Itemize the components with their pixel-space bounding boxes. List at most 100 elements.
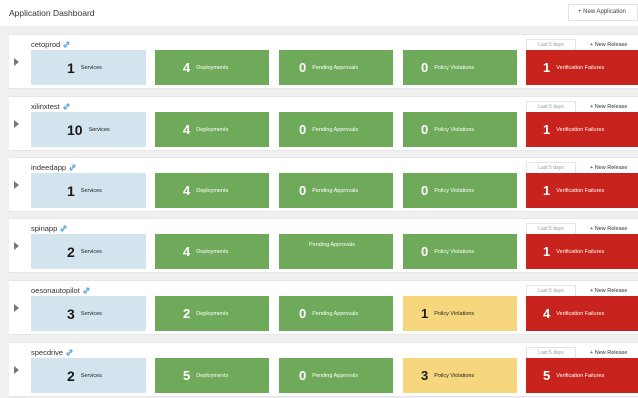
policy-violations-label: Policy Violations — [434, 248, 475, 255]
deployments-count: 4 — [183, 60, 191, 75]
verification-failures-label: Verification Failures — [556, 187, 605, 194]
application-row: cetoprod Last 5 days + New Release 1 Service… — [9, 34, 638, 89]
new-application-button[interactable]: + New Application — [568, 4, 638, 21]
deployments-label: Deployments — [196, 187, 229, 194]
services-count: 3 — [67, 305, 75, 322]
policy-violations-label: Policy Violations — [434, 64, 475, 71]
verification-failures-count: 4 — [543, 306, 551, 321]
link-icon[interactable] — [83, 287, 90, 294]
deployments-tile[interactable]: 4 Deployments — [155, 234, 269, 269]
application-name[interactable]: spinapp — [31, 224, 67, 233]
services-tile[interactable]: 2 Services — [31, 234, 146, 269]
services-tile[interactable]: 10 Services — [31, 112, 146, 147]
application-row: specdrive Last 5 days + New Release 2 Servic… — [9, 342, 638, 397]
verification-failures-tile[interactable]: 5 Verification Failures — [526, 358, 638, 393]
expand-row-toggle[interactable] — [9, 97, 27, 150]
policy-violations-count: 0 — [421, 122, 429, 137]
link-icon[interactable] — [69, 164, 76, 171]
link-icon[interactable] — [66, 349, 73, 356]
application-name-text: indeedapp — [31, 163, 67, 172]
application-name[interactable]: cetoprod — [31, 40, 70, 49]
link-icon[interactable] — [60, 225, 67, 232]
verification-failures-count: 5 — [543, 368, 551, 383]
services-label: Services — [80, 372, 102, 379]
deployments-count: 2 — [183, 306, 191, 321]
chevron-right-icon — [14, 181, 19, 189]
deployments-label: Deployments — [196, 372, 229, 379]
application-name-text: oesonautopilot — [31, 286, 80, 295]
policy-violations-tile[interactable]: 0 Policy Violations — [403, 112, 517, 147]
policy-violations-label: Policy Violations — [434, 372, 475, 379]
deployments-count: 5 — [183, 368, 191, 383]
deployments-label: Deployments — [196, 310, 229, 317]
verification-failures-label: Verification Failures — [556, 310, 605, 317]
application-row: oesonautopilot Last 5 days + New Release 3 S… — [9, 280, 638, 335]
application-row: xilinxtest Last 5 days + New Release 10 Serv… — [9, 96, 638, 151]
policy-violations-tile[interactable]: 0 Policy Violations — [403, 50, 517, 85]
expand-row-toggle[interactable] — [9, 343, 27, 396]
expand-row-toggle[interactable] — [9, 219, 27, 272]
deployments-tile[interactable]: 4 Deployments — [155, 173, 269, 208]
policy-violations-tile[interactable]: 1 Policy Violations — [403, 296, 517, 331]
pending-approvals-label: Pending Approvals — [312, 372, 359, 379]
application-name-text: xilinxtest — [31, 102, 60, 111]
pending-approvals-label: Pending Approvals — [309, 242, 355, 248]
page-title: Application Dashboard — [9, 8, 95, 18]
chevron-right-icon — [14, 304, 19, 312]
verification-failures-tile[interactable]: 1 Verification Failures — [526, 173, 638, 208]
services-label: Services — [80, 310, 102, 317]
application-name[interactable]: specdrive — [31, 348, 73, 357]
deployments-tile[interactable]: 5 Deployments — [155, 358, 269, 393]
verification-failures-label: Verification Failures — [556, 64, 605, 71]
services-label: Services — [80, 64, 102, 71]
pending-approvals-tile[interactable]: 0 Pending Approvals — [279, 358, 393, 393]
verification-failures-tile[interactable]: 1 Verification Failures — [526, 50, 638, 85]
policy-violations-tile[interactable]: 0 Policy Violations — [403, 173, 517, 208]
policy-violations-count: 1 — [421, 306, 429, 321]
services-tile[interactable]: 1 Services — [31, 173, 146, 208]
pending-approvals-tile[interactable]: Pending Approvals — [279, 234, 393, 269]
application-row: indeedapp Last 5 days + New Release 1 Servic… — [9, 157, 638, 212]
policy-violations-label: Policy Violations — [434, 126, 475, 133]
pending-approvals-tile[interactable]: 0 Pending Approvals — [279, 173, 393, 208]
deployments-label: Deployments — [196, 248, 229, 255]
pending-approvals-label: Pending Approvals — [312, 64, 359, 71]
pending-approvals-label: Pending Approvals — [312, 187, 359, 194]
policy-violations-tile[interactable]: 3 Policy Violations — [403, 358, 517, 393]
link-icon[interactable] — [63, 41, 70, 48]
verification-failures-count: 1 — [543, 60, 551, 75]
policy-violations-count: 0 — [421, 60, 429, 75]
pending-approvals-label: Pending Approvals — [312, 310, 359, 317]
policy-violations-count: 3 — [421, 368, 429, 383]
verification-failures-tile[interactable]: 1 Verification Failures — [526, 112, 638, 147]
expand-row-toggle[interactable] — [9, 35, 27, 88]
verification-failures-label: Verification Failures — [556, 372, 605, 379]
expand-row-toggle[interactable] — [9, 158, 27, 211]
chevron-right-icon — [14, 242, 19, 250]
services-label: Services — [80, 187, 102, 194]
application-name[interactable]: oesonautopilot — [31, 286, 90, 295]
expand-row-toggle[interactable] — [9, 281, 27, 334]
policy-violations-label: Policy Violations — [434, 310, 475, 317]
application-name[interactable]: xilinxtest — [31, 102, 70, 111]
services-tile[interactable]: 1 Services — [31, 50, 146, 85]
link-icon[interactable] — [63, 103, 70, 110]
pending-approvals-tile[interactable]: 0 Pending Approvals — [279, 50, 393, 85]
policy-violations-count: 0 — [421, 244, 429, 259]
deployments-tile[interactable]: 4 Deployments — [155, 112, 269, 147]
policy-violations-tile[interactable]: 0 Policy Violations — [403, 234, 517, 269]
application-name[interactable]: indeedapp — [31, 163, 76, 172]
services-count: 10 — [67, 121, 83, 138]
deployments-tile[interactable]: 2 Deployments — [155, 296, 269, 331]
verification-failures-tile[interactable]: 1 Verification Failures — [526, 234, 638, 269]
pending-approvals-tile[interactable]: 0 Pending Approvals — [279, 296, 393, 331]
verification-failures-tile[interactable]: 4 Verification Failures — [526, 296, 638, 331]
services-tile[interactable]: 3 Services — [31, 296, 146, 331]
verification-failures-label: Verification Failures — [556, 126, 605, 133]
verification-failures-count: 1 — [543, 183, 551, 198]
pending-approvals-tile[interactable]: 0 Pending Approvals — [279, 112, 393, 147]
chevron-right-icon — [14, 58, 19, 66]
deployments-tile[interactable]: 4 Deployments — [155, 50, 269, 85]
services-tile[interactable]: 2 Services — [31, 358, 146, 393]
pending-approvals-label: Pending Approvals — [312, 126, 359, 133]
